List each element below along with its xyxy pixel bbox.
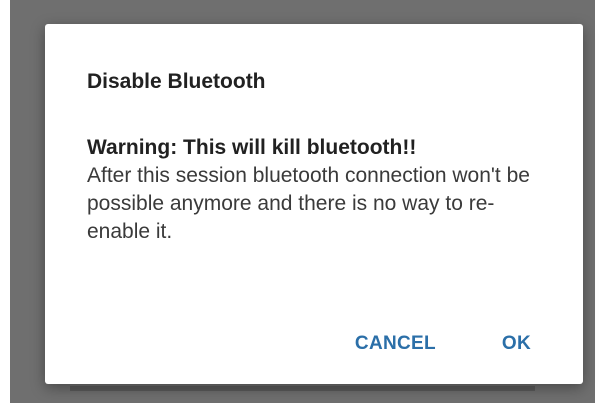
screen: Disable Bluetooth Warning: This will kil… xyxy=(0,0,607,403)
ok-button[interactable]: OK xyxy=(502,333,531,355)
cancel-button[interactable]: CANCEL xyxy=(355,333,436,355)
warning-text: Warning: This will kill bluetooth!! xyxy=(87,136,417,159)
background-content-strip xyxy=(70,386,535,391)
message-body-text: After this session bluetooth connection … xyxy=(87,164,530,243)
disable-bluetooth-dialog: Disable Bluetooth Warning: This will kil… xyxy=(45,24,583,384)
dialog-actions: CANCEL OK xyxy=(355,324,583,364)
dialog-message: Warning: This will kill bluetooth!! Afte… xyxy=(87,134,557,246)
dialog-title: Disable Bluetooth xyxy=(87,70,266,93)
